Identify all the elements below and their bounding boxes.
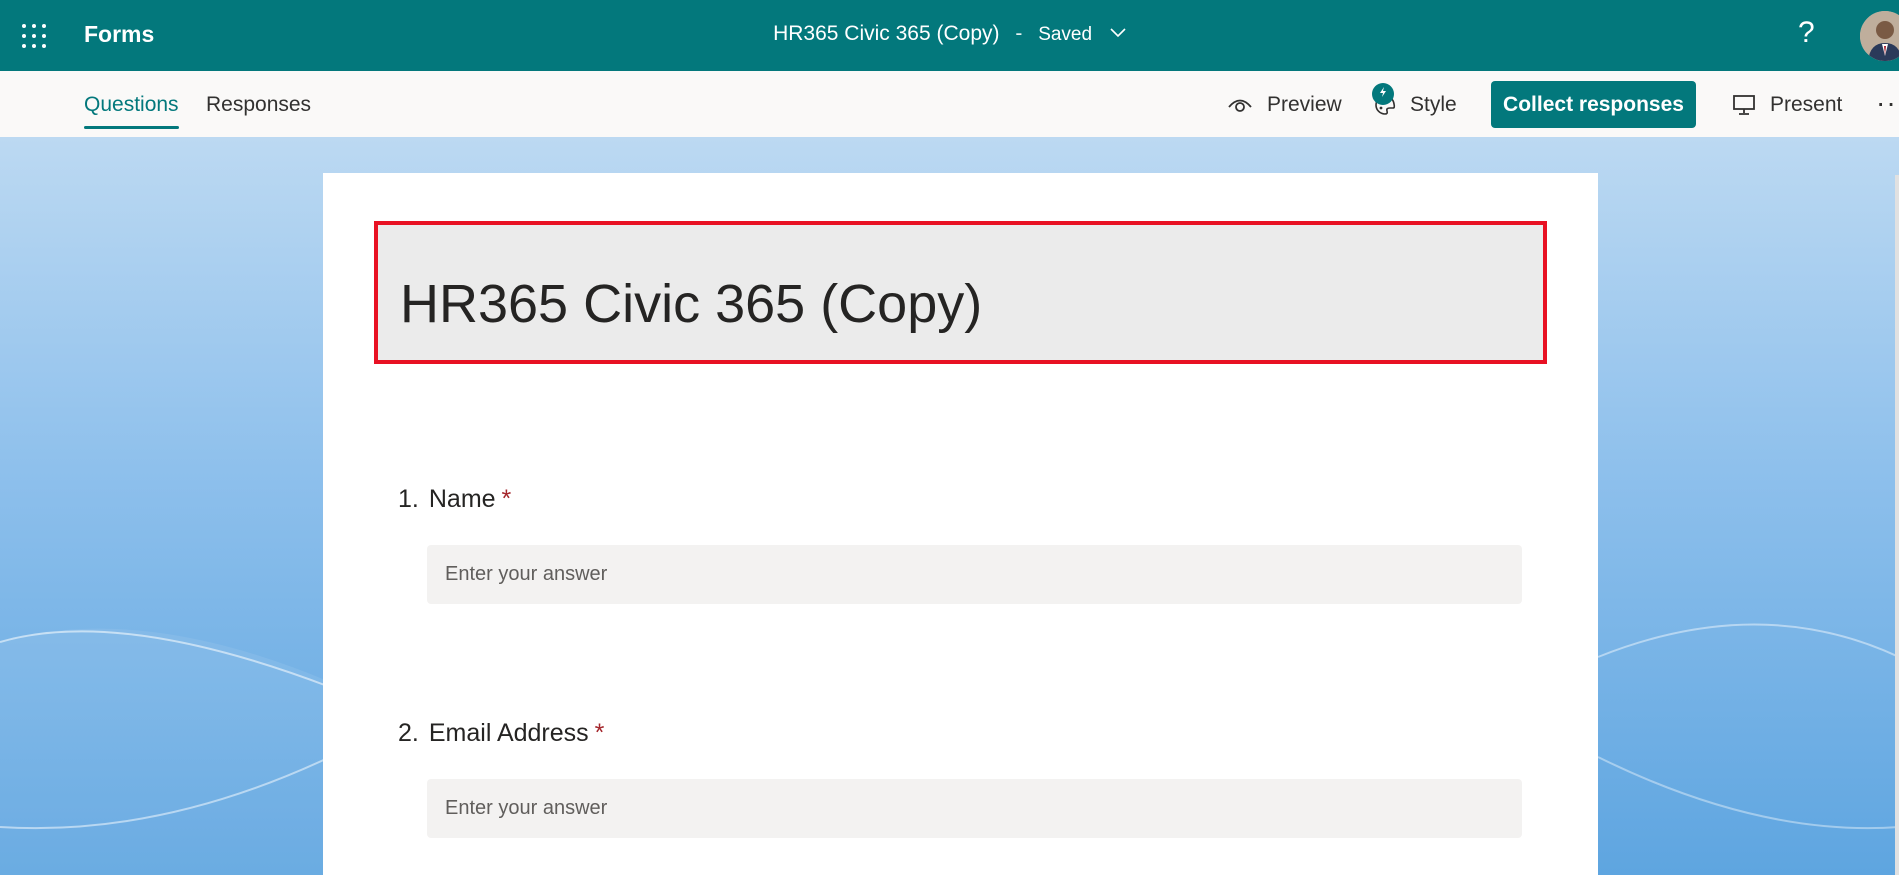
question-title: Email Address [428, 719, 589, 747]
eye-icon [1228, 99, 1252, 112]
style-label: Style [1410, 93, 1457, 116]
style-badge-icon [1372, 83, 1394, 105]
collect-responses-button[interactable]: Collect responses [1491, 81, 1696, 128]
preview-button[interactable]: Preview [1227, 93, 1342, 117]
question-number: 2. [398, 719, 419, 747]
document-title[interactable]: HR365 Civic 365 (Copy) [773, 22, 999, 45]
chevron-down-icon[interactable] [1110, 20, 1126, 44]
question-2[interactable]: 2. Email Address * [398, 719, 604, 748]
title-separator: - [1015, 22, 1023, 45]
tab-responses[interactable]: Responses [206, 93, 311, 117]
required-marker: * [594, 719, 605, 747]
active-tab-indicator [84, 126, 179, 129]
email-answer-input[interactable] [427, 779, 1522, 838]
name-answer-input[interactable] [427, 545, 1522, 604]
question-1[interactable]: 1. Name * [398, 485, 511, 514]
document-title-bar: HR365 Civic 365 (Copy) - Saved [0, 22, 1899, 46]
question-number: 1. [398, 485, 419, 513]
app-name[interactable]: Forms [84, 21, 154, 48]
present-label: Present [1770, 93, 1843, 116]
form-title: HR365 Civic 365 (Copy) [400, 274, 983, 334]
help-icon[interactable]: ? [1798, 16, 1815, 50]
avatar[interactable] [1860, 11, 1899, 61]
more-options-icon[interactable]: ··· [1876, 87, 1899, 119]
form-title-box[interactable]: HR365 Civic 365 (Copy) [374, 221, 1547, 364]
app-header: Forms HR365 Civic 365 (Copy) - Saved ? [0, 0, 1899, 71]
preview-label: Preview [1267, 93, 1342, 116]
save-status[interactable]: Saved [1038, 24, 1092, 45]
present-button[interactable]: Present [1732, 93, 1842, 117]
command-bar: Questions Responses Preview Style Collec… [0, 71, 1899, 138]
tab-questions[interactable]: Questions [84, 93, 179, 117]
app-launcher-waffle-icon[interactable] [22, 24, 46, 48]
scrollbar[interactable] [1895, 175, 1899, 875]
required-marker: * [501, 485, 512, 513]
question-title: Name [428, 485, 496, 513]
monitor-icon [1733, 95, 1755, 115]
